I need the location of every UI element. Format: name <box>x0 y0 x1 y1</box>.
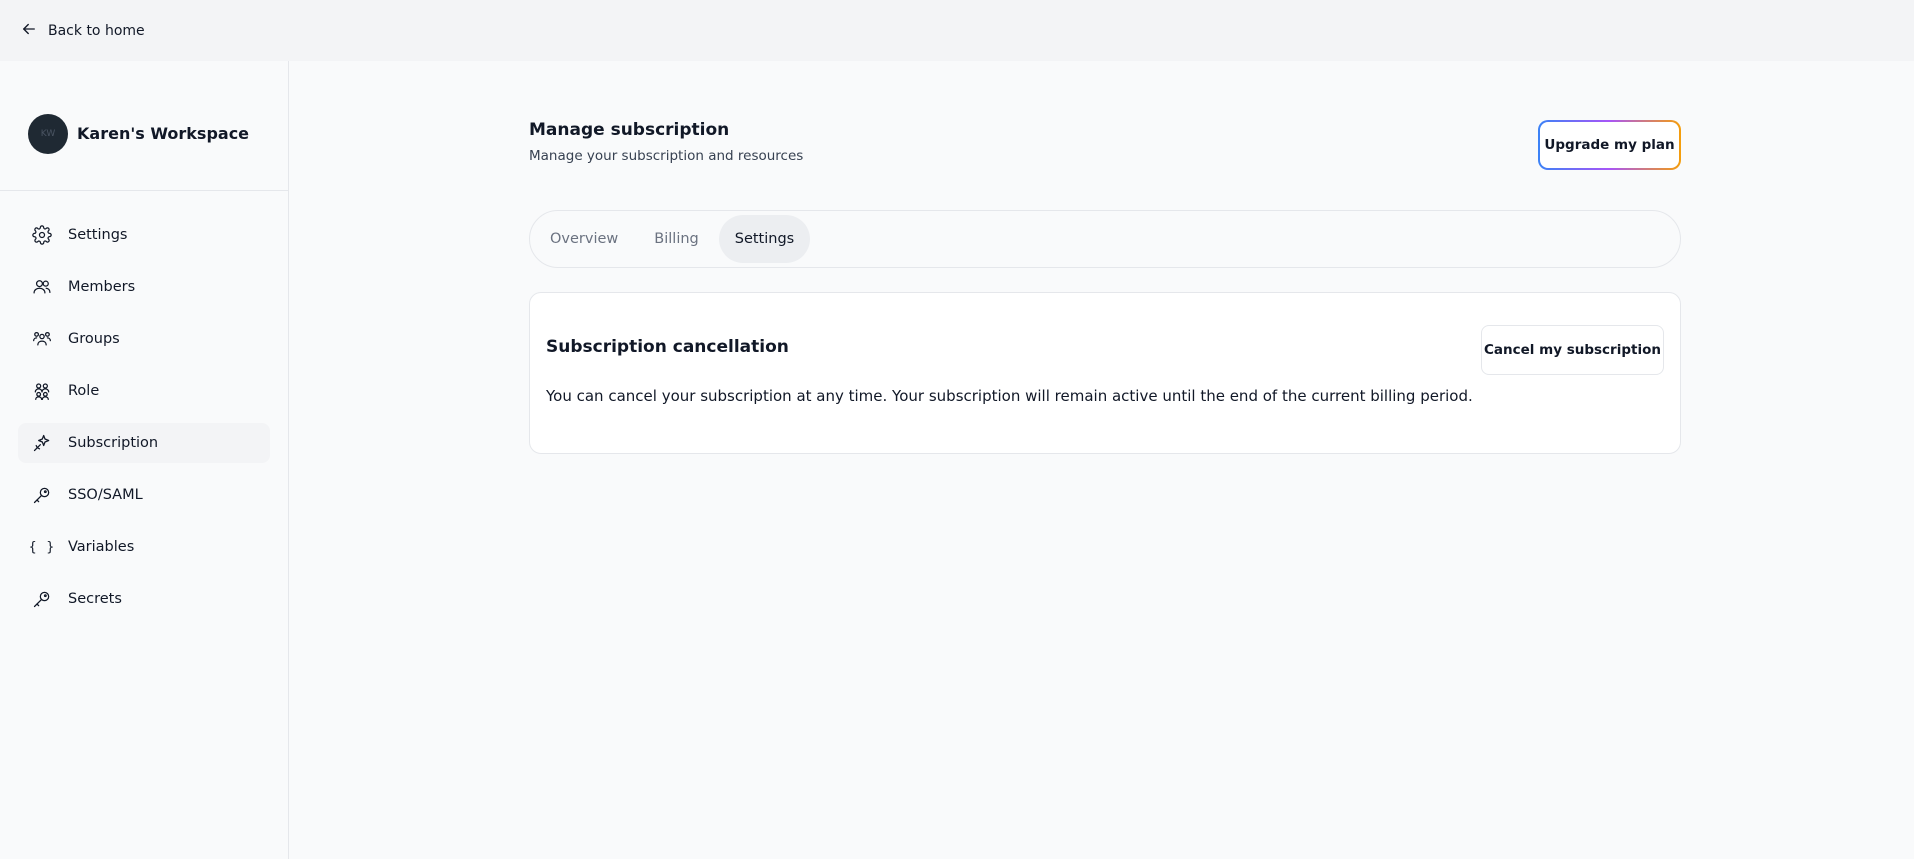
workspace-header[interactable]: KW Karen's Workspace <box>0 61 288 191</box>
page-title: Manage subscription <box>529 120 730 140</box>
sparkles-icon <box>32 433 52 453</box>
sidebar-item-label: Subscription <box>68 435 159 451</box>
sidebar-item-sso-saml[interactable]: SSO/SAML <box>18 475 270 515</box>
card-title: Subscription cancellation <box>546 337 789 357</box>
tab-settings[interactable]: Settings <box>718 215 811 263</box>
key-icon <box>32 589 52 609</box>
upgrade-plan-button[interactable]: Upgrade my plan <box>1538 120 1681 170</box>
subscription-cancellation-card: Subscription cancellation You can cancel… <box>529 292 1681 454</box>
sidebar-item-role[interactable]: Role <box>18 371 270 411</box>
avatar: KW <box>28 113 68 154</box>
sidebar-item-variables[interactable]: { } Variables <box>18 527 270 567</box>
sidebar-item-groups[interactable]: Groups <box>18 319 270 359</box>
sidebar: KW Karen's Workspace Settings Members Gr… <box>0 61 289 859</box>
main-content: Manage subscription Manage your subscrip… <box>529 61 1681 454</box>
sidebar-item-settings[interactable]: Settings <box>18 215 270 255</box>
sidebar-item-label: Variables <box>68 539 135 555</box>
page-heading: Manage subscription Manage your subscrip… <box>529 120 803 164</box>
sidebar-item-label: Settings <box>68 227 128 243</box>
sidebar-item-label: Secrets <box>68 591 122 607</box>
role-icon <box>32 381 52 401</box>
key-icon <box>32 485 52 505</box>
workspace-name: Karen's Workspace <box>77 124 250 143</box>
page-header: Manage subscription Manage your subscrip… <box>529 120 1681 170</box>
page-subtitle: Manage your subscription and resources <box>529 148 804 164</box>
cancel-subscription-button[interactable]: Cancel my subscription <box>1481 325 1664 375</box>
sidebar-item-label: Groups <box>68 331 120 347</box>
users-icon <box>32 277 52 297</box>
sidebar-nav: Settings Members Groups Role Subscriptio… <box>0 191 288 619</box>
sidebar-item-label: Members <box>68 279 136 295</box>
sidebar-item-secrets[interactable]: Secrets <box>18 579 270 619</box>
arrow-left-icon <box>20 20 38 42</box>
upgrade-plan-label: Upgrade my plan <box>1540 122 1679 168</box>
sidebar-item-subscription[interactable]: Subscription <box>18 423 270 463</box>
gear-icon <box>32 225 52 245</box>
tab-overview[interactable]: Overview <box>534 215 634 263</box>
card-description: You can cancel your subscription at any … <box>546 387 1473 405</box>
tab-bar: Overview Billing Settings <box>529 210 1681 268</box>
group-icon <box>32 329 52 349</box>
sidebar-item-label: SSO/SAML <box>68 487 143 503</box>
braces-icon: { } <box>28 539 56 555</box>
sidebar-item-label: Role <box>68 383 100 399</box>
top-bar: Back to home <box>0 0 1914 61</box>
back-to-home-label: Back to home <box>48 22 145 39</box>
sidebar-item-members[interactable]: Members <box>18 267 270 307</box>
tab-billing[interactable]: Billing <box>638 215 714 263</box>
back-to-home-link[interactable]: Back to home <box>20 20 145 42</box>
